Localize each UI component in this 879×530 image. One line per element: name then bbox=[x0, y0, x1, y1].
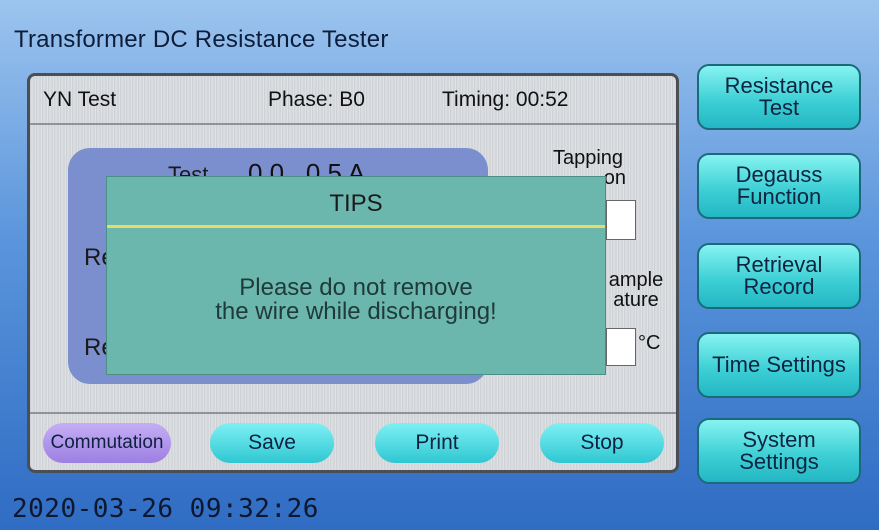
system-settings-button[interactable]: System Settings bbox=[697, 418, 861, 484]
dialog-title-divider bbox=[107, 225, 605, 228]
dialog-message: Please do not remove the wire while disc… bbox=[107, 276, 605, 324]
tapping-position-input[interactable] bbox=[606, 200, 636, 240]
degauss-function-button[interactable]: Degauss Function bbox=[697, 153, 861, 219]
print-button[interactable]: Print bbox=[375, 423, 499, 463]
status-header: YN Test Phase: B0 Timing: 00:52 bbox=[30, 76, 676, 124]
test-mode-label: YN Test bbox=[43, 88, 117, 111]
phase-label: Phase: B0 bbox=[268, 88, 365, 111]
tips-dialog: TIPS Please do not remove the wire while… bbox=[106, 176, 606, 375]
timing-label: Timing: 00:52 bbox=[442, 88, 569, 111]
app-title: Transformer DC Resistance Tester bbox=[14, 26, 389, 53]
footer-divider bbox=[30, 412, 676, 414]
dialog-message-line2: the wire while discharging! bbox=[215, 298, 497, 325]
tapping-label-line1: Tapping bbox=[552, 147, 624, 169]
temperature-unit: °C bbox=[638, 332, 661, 354]
resistance-test-button[interactable]: Resistance Test bbox=[697, 64, 861, 130]
datetime-display: 2020-03-26 09:32:26 bbox=[12, 494, 319, 524]
header-divider bbox=[30, 123, 676, 125]
time-settings-button[interactable]: Time Settings bbox=[697, 332, 861, 398]
stop-button[interactable]: Stop bbox=[540, 423, 664, 463]
commutation-button[interactable]: Commutation bbox=[43, 423, 171, 463]
retrieval-record-button[interactable]: Retrieval Record bbox=[697, 243, 861, 309]
dialog-message-line1: Please do not remove bbox=[239, 274, 473, 301]
save-button[interactable]: Save bbox=[210, 423, 334, 463]
sample-temperature-input[interactable] bbox=[606, 328, 636, 366]
dialog-title: TIPS bbox=[329, 190, 383, 217]
